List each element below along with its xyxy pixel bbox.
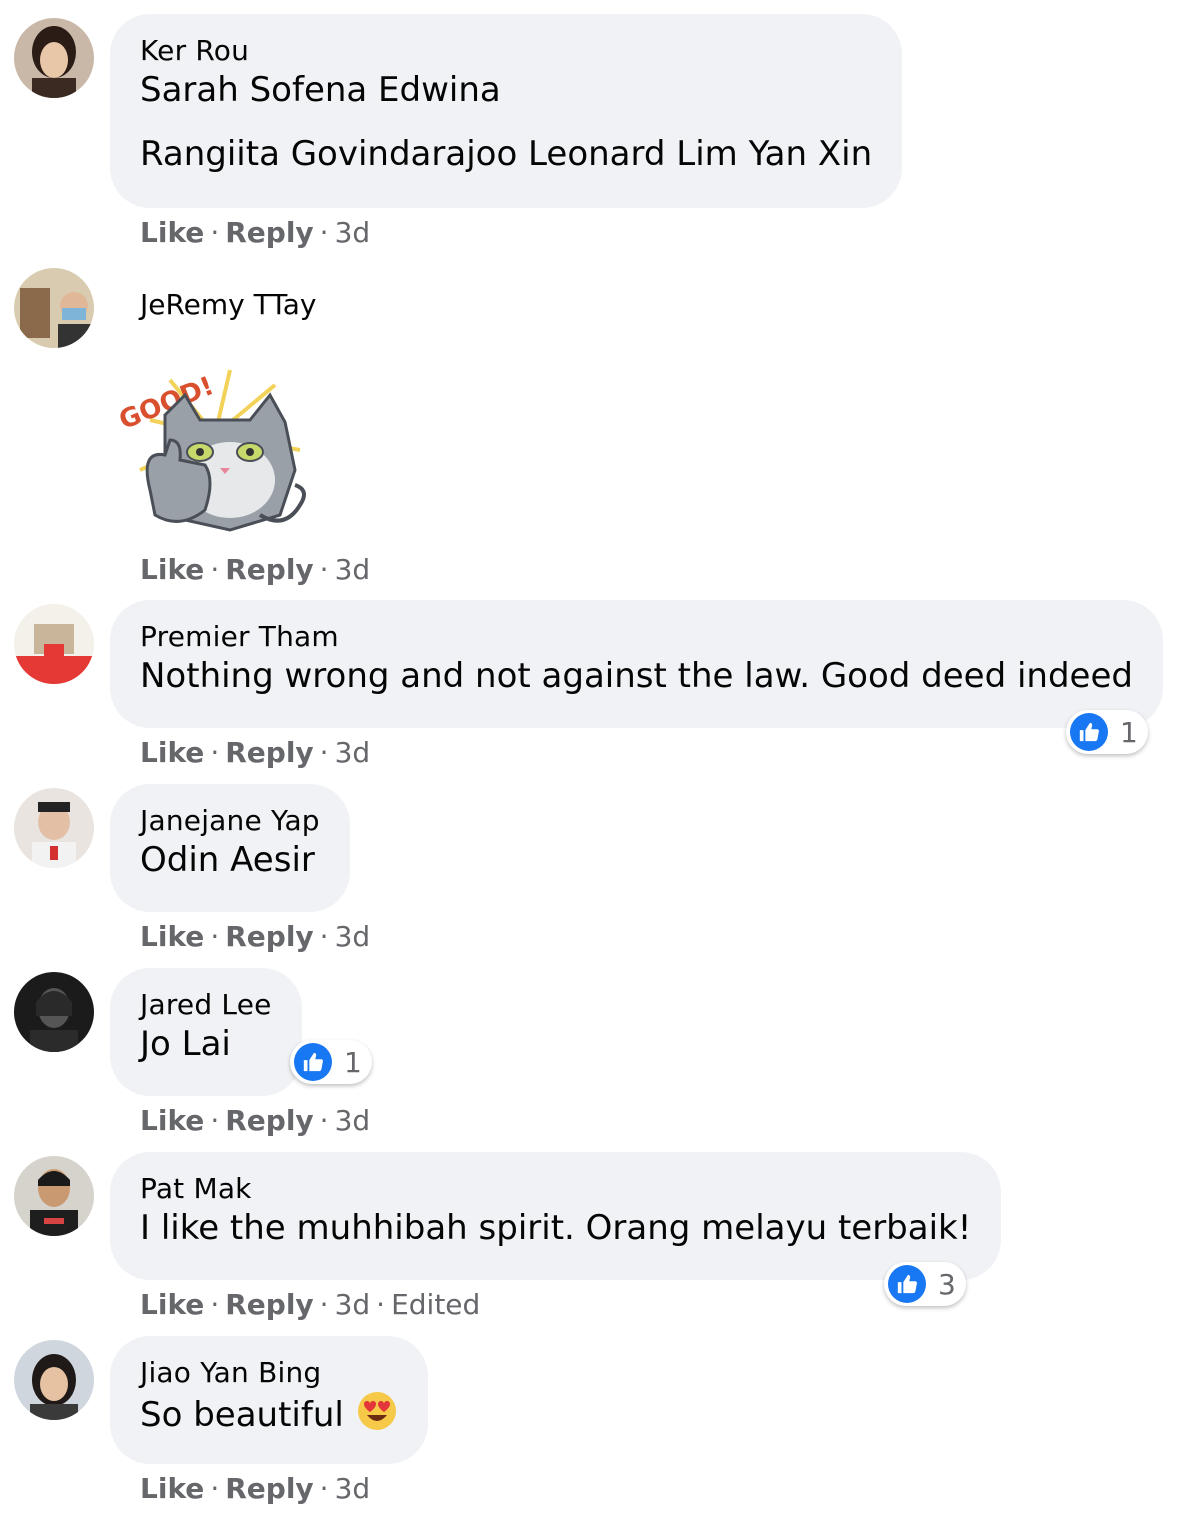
author-name[interactable]: JeRemy TTay	[140, 288, 316, 322]
comment-text: So beautiful	[140, 1390, 398, 1443]
heart-eyes-emoji-icon	[356, 1390, 398, 1443]
comment-bubble: Premier Tham Nothing wrong and not again…	[110, 600, 1163, 728]
timestamp[interactable]: 3d	[335, 216, 371, 249]
reaction-count: 1	[344, 1045, 362, 1079]
like-button[interactable]: Like	[140, 1288, 204, 1321]
avatar[interactable]	[14, 788, 94, 868]
thumbs-up-icon	[888, 1265, 926, 1303]
author-name[interactable]: Pat Mak	[140, 1172, 971, 1206]
comment-bubble: Jared Lee Jo Lai	[110, 968, 302, 1096]
sticker-good-cat[interactable]: GOOD!	[110, 340, 320, 550]
author-name[interactable]: Ker Rou	[140, 34, 872, 68]
like-button[interactable]: Like	[140, 920, 204, 953]
comment-text[interactable]: Jo Lai	[140, 1022, 272, 1066]
comment-actions: Like · Reply · 3d	[140, 216, 371, 249]
author-name[interactable]: Premier Tham	[140, 620, 1133, 654]
timestamp[interactable]: 3d	[335, 553, 371, 586]
reaction-badge[interactable]: 3	[884, 1262, 966, 1306]
edited-label[interactable]: Edited	[391, 1288, 480, 1321]
author-name[interactable]: Jared Lee	[140, 988, 272, 1022]
like-button[interactable]: Like	[140, 736, 204, 769]
timestamp[interactable]: 3d	[335, 1104, 371, 1137]
timestamp[interactable]: 3d	[335, 1288, 371, 1321]
comment-bubble: Jiao Yan Bing So beautiful	[110, 1336, 428, 1464]
like-button[interactable]: Like	[140, 1472, 204, 1505]
reply-button[interactable]: Reply	[225, 920, 313, 953]
reaction-badge[interactable]: 1	[1066, 710, 1148, 754]
thumbs-up-icon	[294, 1043, 332, 1081]
reply-button[interactable]: Reply	[225, 1104, 313, 1137]
like-button[interactable]: Like	[140, 1104, 204, 1137]
avatar[interactable]	[14, 604, 94, 684]
comment-text[interactable]: Rangiita Govindarajoo Leonard Lim Yan Xi…	[140, 132, 872, 176]
comment-actions: Like · Reply · 3d · Edited	[140, 1288, 481, 1321]
avatar[interactable]	[14, 268, 94, 348]
reaction-badge[interactable]: 1	[290, 1040, 372, 1084]
reaction-count: 1	[1120, 715, 1138, 749]
reply-button[interactable]: Reply	[225, 553, 313, 586]
like-button[interactable]: Like	[140, 553, 204, 586]
timestamp[interactable]: 3d	[335, 920, 371, 953]
avatar[interactable]	[14, 1156, 94, 1236]
reply-button[interactable]: Reply	[225, 216, 313, 249]
avatar[interactable]	[14, 972, 94, 1052]
avatar[interactable]	[14, 1340, 94, 1420]
reply-button[interactable]: Reply	[225, 736, 313, 769]
comment-text[interactable]: Sarah Sofena Edwina	[140, 68, 872, 112]
comment-bubble: Pat Mak I like the muhhibah spirit. Oran…	[110, 1152, 1002, 1280]
comment-actions: Like · Reply · 3d	[140, 1104, 371, 1137]
timestamp[interactable]: 3d	[335, 736, 371, 769]
reply-button[interactable]: Reply	[225, 1472, 313, 1505]
comment-actions: Like · Reply · 3d	[140, 553, 371, 586]
timestamp[interactable]: 3d	[335, 1472, 371, 1505]
avatar[interactable]	[14, 18, 94, 98]
reaction-count: 3	[938, 1267, 956, 1301]
comment-text[interactable]: I like the muhhibah spirit. Orang melayu…	[140, 1206, 971, 1250]
comment-bubble: Janejane Yap Odin Aesir	[110, 784, 350, 912]
comment-actions: Like · Reply · 3d	[140, 1472, 371, 1505]
comment-text[interactable]: Nothing wrong and not against the law. G…	[140, 654, 1133, 698]
comment-bubble: Ker Rou Sarah Sofena Edwina Rangiita Gov…	[110, 14, 903, 208]
comment-text[interactable]: Odin Aesir	[140, 838, 320, 882]
reply-button[interactable]: Reply	[225, 1288, 313, 1321]
comment-actions: Like · Reply · 3d	[140, 736, 371, 769]
author-name[interactable]: Jiao Yan Bing	[140, 1356, 398, 1390]
comment-actions: Like · Reply · 3d	[140, 920, 371, 953]
thumbs-up-icon	[1070, 713, 1108, 751]
like-button[interactable]: Like	[140, 216, 204, 249]
author-name[interactable]: Janejane Yap	[140, 804, 320, 838]
